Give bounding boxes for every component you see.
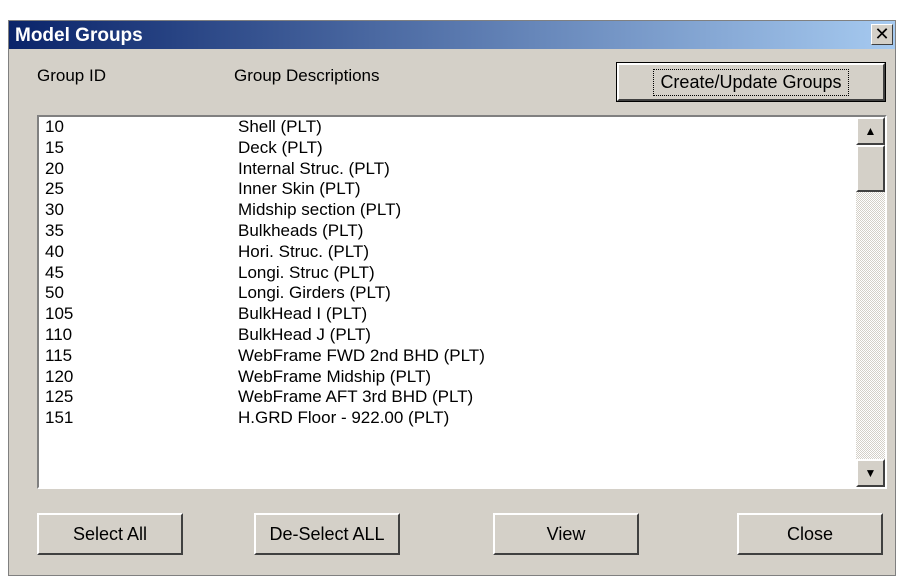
list-item[interactable]: 35 Bulkheads (PLT) [39, 221, 854, 242]
group-id-cell: 105 [45, 304, 74, 324]
list-item[interactable]: 50 Longi. Girders (PLT) [39, 283, 854, 304]
group-description-cell: H.GRD Floor - 922.00 (PLT) [238, 408, 450, 428]
group-description-cell: Midship section (PLT) [238, 200, 402, 220]
list-item[interactable]: 40 Hori. Struc. (PLT) [39, 242, 854, 263]
scroll-up-button[interactable]: ▲ [856, 117, 885, 145]
group-description-cell: WebFrame AFT 3rd BHD (PLT) [238, 387, 474, 407]
group-id-cell: 120 [45, 366, 74, 386]
list-item[interactable]: 20 Internal Struc. (PLT) [39, 159, 854, 180]
group-description-cell: Deck (PLT) [238, 137, 323, 157]
vertical-scrollbar[interactable]: ▲ ▼ [856, 117, 885, 487]
list-item[interactable]: 105 BulkHead I (PLT) [39, 304, 854, 325]
list-item[interactable]: 115 WebFrame FWD 2nd BHD (PLT) [39, 346, 854, 367]
group-description-cell: Hori. Struc. (PLT) [238, 241, 369, 261]
close-button[interactable]: Close [737, 513, 883, 555]
group-description-cell: WebFrame FWD 2nd BHD (PLT) [238, 345, 485, 365]
group-id-cell: 110 [45, 324, 73, 344]
model-groups-dialog: Model Groups ✕ Group ID Group Descriptio… [8, 20, 896, 576]
create-update-groups-label: Create/Update Groups [653, 68, 849, 96]
group-id-cell: 151 [45, 408, 74, 428]
list-item[interactable]: 125 WebFrame AFT 3rd BHD (PLT) [39, 387, 854, 408]
group-rows: 10 Shell (PLT) 15 Deck (PLT) 20 Internal Stru… [39, 117, 854, 487]
group-description-cell: Inner Skin (PLT) [238, 179, 361, 199]
group-description-cell: Shell (PLT) [238, 117, 322, 136]
deselect-all-button[interactable]: De-Select ALL [254, 513, 400, 555]
group-id-cell: 25 [45, 179, 64, 199]
arrow-down-icon: ▼ [864, 466, 877, 480]
group-description-cell: Longi. Struc (PLT) [238, 262, 375, 282]
select-all-label: Select All [72, 523, 148, 544]
list-item[interactable]: 10 Shell (PLT) [39, 117, 854, 138]
view-button[interactable]: View [493, 513, 639, 555]
group-descriptions-header: Group Descriptions [234, 66, 380, 85]
group-id-cell: 20 [45, 158, 64, 178]
group-description-cell: Bulkheads (PLT) [238, 220, 364, 240]
view-label: View [546, 523, 586, 544]
scroll-down-button[interactable]: ▼ [856, 459, 885, 487]
group-description-cell: BulkHead J (PLT) [238, 324, 371, 344]
window-title: Model Groups [15, 25, 143, 46]
list-item[interactable]: 45 Longi. Struc (PLT) [39, 263, 854, 284]
create-update-groups-button[interactable]: Create/Update Groups [616, 62, 886, 102]
group-description-cell: WebFrame Midship (PLT) [238, 366, 432, 386]
group-id-cell: 125 [45, 387, 74, 407]
group-id-cell: 45 [45, 262, 64, 282]
close-icon: ✕ [874, 24, 890, 44]
group-id-cell: 15 [45, 137, 64, 157]
group-listbox[interactable]: 10 Shell (PLT) 15 Deck (PLT) 20 Internal Stru… [37, 115, 887, 489]
group-id-header: Group ID [37, 66, 106, 85]
list-item[interactable]: 120 WebFrame Midship (PLT) [39, 367, 854, 388]
select-all-button[interactable]: Select All [37, 513, 183, 555]
scroll-thumb[interactable] [856, 145, 885, 192]
group-id-cell: 50 [45, 283, 64, 303]
group-id-cell: 10 [45, 117, 64, 136]
list-item[interactable]: 25 Inner Skin (PLT) [39, 179, 854, 200]
group-id-cell: 115 [45, 345, 73, 365]
group-id-cell: 35 [45, 220, 64, 240]
group-id-cell: 40 [45, 241, 64, 261]
list-item[interactable]: 110 BulkHead J (PLT) [39, 325, 854, 346]
group-description-cell: BulkHead I (PLT) [238, 304, 368, 324]
deselect-all-label: De-Select ALL [269, 523, 385, 544]
group-description-cell: Internal Struc. (PLT) [238, 158, 390, 178]
arrow-up-icon: ▲ [864, 124, 877, 138]
list-item[interactable]: 15 Deck (PLT) [39, 138, 854, 159]
close-label: Close [786, 523, 834, 544]
group-description-cell: Longi. Girders (PLT) [238, 283, 391, 303]
title-bar: Model Groups ✕ [9, 21, 895, 49]
list-item[interactable]: 151 H.GRD Floor - 922.00 (PLT) [39, 408, 854, 429]
window-close-button[interactable]: ✕ [871, 24, 893, 45]
group-id-cell: 30 [45, 200, 64, 220]
list-item[interactable]: 30 Midship section (PLT) [39, 200, 854, 221]
